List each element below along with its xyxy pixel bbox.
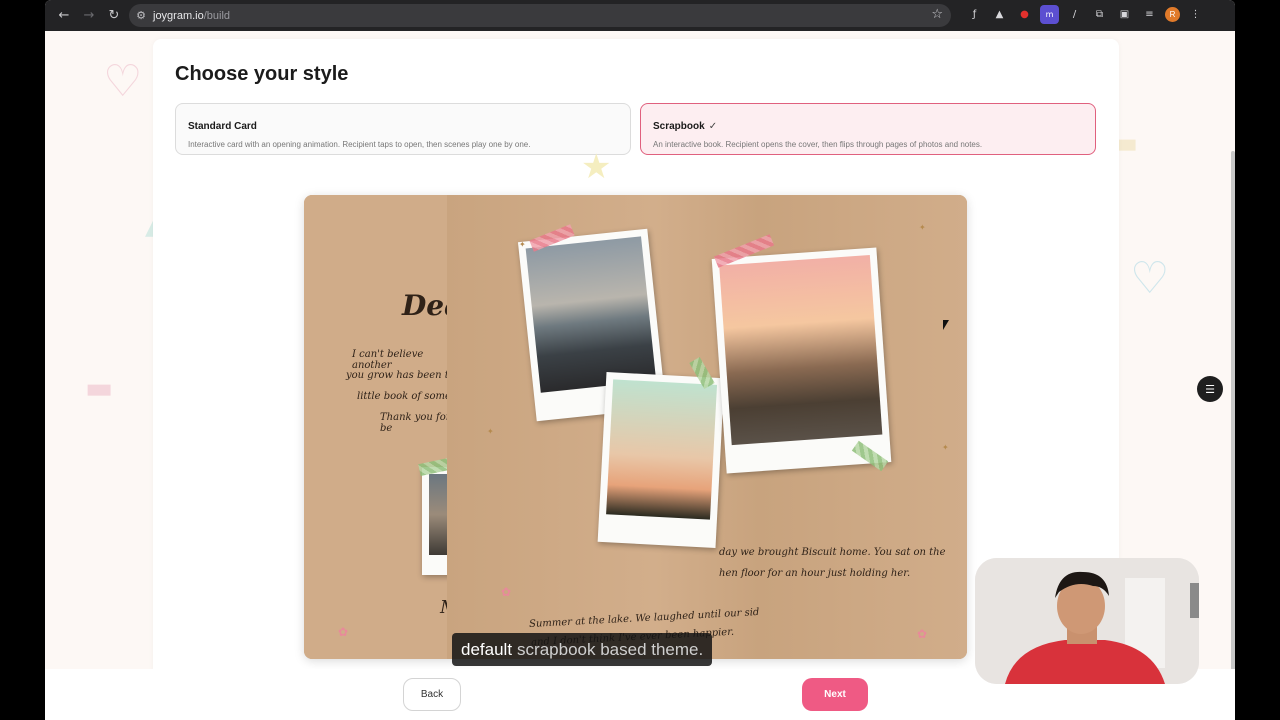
photo-caption: day we brought Biscuit home. You sat on … — [719, 547, 946, 558]
option-description: Interactive card with an opening animati… — [188, 140, 531, 149]
page-title: Choose your style — [175, 63, 349, 85]
site-settings-icon[interactable]: ⚙ — [129, 9, 153, 22]
media-list-icon[interactable]: ≡ — [1140, 5, 1159, 24]
forward-arrow-icon[interactable]: → — [78, 5, 100, 27]
screen-search-icon[interactable]: ▣ — [1115, 5, 1134, 24]
photo-sunset-bridge — [719, 254, 883, 446]
option-description: An interactive book. Recipient opens the… — [653, 140, 983, 149]
browser-toolbar: ← → ↻ ⚙ joygram.io/build ☆ ƒ ▲ ● m / ⧉ ▣… — [45, 0, 1235, 31]
floating-menu-icon[interactable]: ☰ — [1197, 376, 1223, 402]
cake-icon: ▬ — [85, 371, 114, 406]
url-text: joygram.io/build — [153, 9, 231, 22]
more-menu-icon[interactable]: ⋮ — [1186, 5, 1205, 24]
scrapbook-preview[interactable]: Dear I can't believe another you grow ha… — [304, 195, 967, 659]
webcam-overlay — [975, 558, 1199, 684]
back-button[interactable]: Back — [403, 678, 461, 711]
extension-triangle-icon[interactable]: ▲ — [990, 5, 1009, 24]
star-dot-icon: ✦ — [487, 427, 494, 436]
option-name: Standard Card — [188, 121, 257, 132]
caption-text: scrapbook based theme. — [517, 639, 704, 659]
star-dot-icon: ✦ — [942, 443, 949, 452]
webcam-person-image — [975, 558, 1199, 684]
heart-outline-icon: ♡ — [103, 56, 143, 107]
star-dot-icon: ✦ — [519, 240, 526, 249]
extension-red-icon[interactable]: ● — [1015, 5, 1034, 24]
polaroid-photo — [597, 372, 725, 548]
star-icon: ★ — [581, 147, 612, 187]
extension-purple-icon[interactable]: m — [1040, 5, 1059, 24]
caption-highlight: default — [461, 639, 513, 659]
photo-lake-couple — [525, 236, 657, 393]
extension-font-icon[interactable]: ƒ — [965, 5, 984, 24]
video-caption: default scrapbook based theme. — [452, 633, 713, 666]
puzzle-icon[interactable]: ⧉ — [1090, 5, 1109, 24]
polaroid-photo — [711, 247, 892, 474]
letter-line: you grow has been the — [346, 370, 462, 381]
option-scrapbook[interactable]: Scrapbook ✓ An interactive book. Recipien… — [640, 103, 1096, 155]
scrapbook-left-page: Dear I can't believe another you grow ha… — [304, 195, 477, 659]
flower-icon: ✿ — [917, 627, 928, 641]
page-scrollbar[interactable] — [1231, 151, 1235, 691]
photo-caption: hen floor for an hour just holding her. — [719, 568, 911, 579]
option-name: Scrapbook — [653, 121, 705, 132]
next-button[interactable]: Next — [802, 678, 868, 711]
back-arrow-icon[interactable]: ← — [53, 5, 75, 27]
flower-icon: ✿ — [501, 585, 512, 599]
star-dot-icon: ✦ — [919, 223, 926, 232]
heart-outline-icon: ♡ — [1130, 253, 1170, 304]
checkmark-icon: ✓ — [708, 121, 718, 132]
flower-icon: ✿ — [338, 625, 349, 639]
mouse-cursor-icon — [943, 320, 949, 330]
address-bar[interactable]: ⚙ joygram.io/build ☆ — [129, 4, 951, 27]
profile-avatar[interactable]: R — [1165, 7, 1180, 22]
photo-silhouette-couple — [606, 379, 718, 520]
bookmark-star-icon[interactable]: ☆ — [931, 7, 943, 22]
extensions-bar: ƒ ▲ ● m / ⧉ ▣ ≡ R ⋮ — [965, 5, 1205, 24]
option-standard-card[interactable]: Standard Card Interactive card with an o… — [175, 103, 631, 155]
scrapbook-right-page: day we brought Biscuit home. You sat on … — [447, 195, 967, 659]
extension-slash-icon[interactable]: / — [1065, 5, 1084, 24]
reload-icon[interactable]: ↻ — [103, 5, 125, 27]
